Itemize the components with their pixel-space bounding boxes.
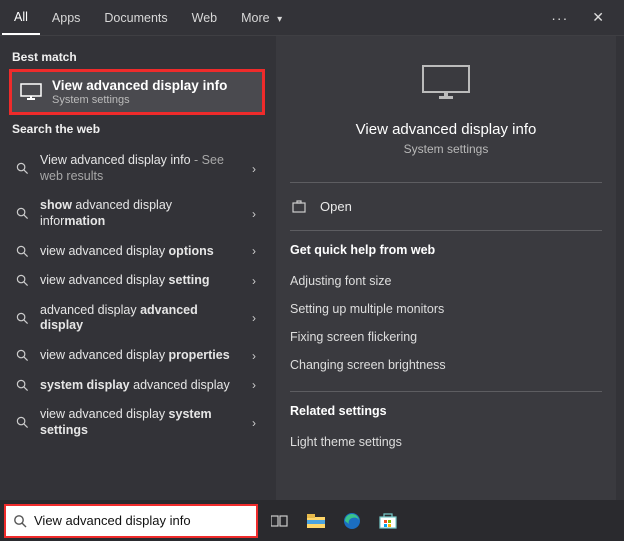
web-result-item[interactable]: show advanced display information › (8, 191, 266, 236)
related-settings-item[interactable]: Light theme settings (290, 428, 602, 456)
web-result-text: advanced display advanced display (40, 303, 236, 334)
store-icon[interactable] (376, 509, 400, 533)
quick-help-item[interactable]: Setting up multiple monitors (290, 295, 602, 323)
quick-help-item[interactable]: Adjusting font size (290, 267, 602, 295)
search-icon (14, 207, 30, 220)
related-settings-list: Light theme settings (290, 428, 602, 456)
quick-help-label: Get quick help from web (290, 243, 602, 257)
monitor-icon (20, 83, 42, 101)
web-result-item[interactable]: view advanced display system settings › (8, 400, 266, 445)
windows-search-panel: All Apps Documents Web More ▾ ··· ✕ Best… (0, 0, 624, 500)
search-icon (14, 274, 30, 287)
chevron-right-icon[interactable]: › (246, 244, 262, 258)
web-result-item[interactable]: View advanced display info - See web res… (8, 146, 266, 191)
separator (290, 182, 602, 183)
separator (290, 230, 602, 231)
search-icon (14, 349, 30, 362)
tab-documents[interactable]: Documents (92, 1, 179, 34)
best-match-title: View advanced display info (52, 78, 227, 93)
web-result-text: show advanced display information (40, 198, 236, 229)
search-icon (6, 514, 34, 528)
web-result-text: view advanced display setting (40, 273, 236, 289)
search-icon (14, 245, 30, 258)
search-header: All Apps Documents Web More ▾ ··· ✕ (0, 0, 624, 36)
web-result-text: view advanced display system settings (40, 407, 236, 438)
header-actions: ··· ✕ (551, 3, 616, 32)
open-label: Open (320, 199, 352, 214)
web-result-item[interactable]: system display advanced display › (8, 371, 266, 401)
search-icon (14, 379, 30, 392)
task-view-icon[interactable] (268, 509, 292, 533)
preview-title: View advanced display info (290, 121, 602, 138)
separator (290, 391, 602, 392)
filter-tabs: All Apps Documents Web More ▾ (2, 0, 551, 35)
web-result-item[interactable]: view advanced display setting › (8, 266, 266, 296)
open-icon (290, 200, 308, 214)
chevron-right-icon[interactable]: › (246, 349, 262, 363)
more-options-icon[interactable]: ··· (551, 10, 568, 26)
preview-column: View advanced display info System settin… (270, 36, 624, 500)
preview-hero: View advanced display info System settin… (290, 46, 602, 170)
web-result-item[interactable]: view advanced display properties › (8, 341, 266, 371)
tab-all[interactable]: All (2, 0, 40, 35)
quick-help-item[interactable]: Fixing screen flickering (290, 323, 602, 351)
web-result-item[interactable]: advanced display advanced display › (8, 296, 266, 341)
best-match-text: View advanced display info System settin… (52, 78, 227, 106)
quick-help-list: Adjusting font size Setting up multiple … (290, 267, 602, 379)
best-match-subtitle: System settings (52, 94, 227, 106)
related-settings-label: Related settings (290, 404, 602, 418)
best-match-item[interactable]: View advanced display info System settin… (10, 70, 264, 114)
web-result-text: view advanced display properties (40, 348, 236, 364)
web-result-text: system display advanced display (40, 378, 236, 394)
chevron-right-icon[interactable]: › (246, 162, 262, 176)
best-match-label: Best match (8, 42, 266, 70)
preview-subtitle: System settings (290, 142, 602, 156)
web-result-text: View advanced display info - See web res… (40, 153, 236, 184)
chevron-right-icon[interactable]: › (246, 416, 262, 430)
taskbar-search[interactable] (6, 506, 256, 536)
tab-apps[interactable]: Apps (40, 1, 93, 34)
tab-more[interactable]: More ▾ (229, 1, 294, 34)
close-icon[interactable]: ✕ (586, 3, 610, 32)
search-input[interactable] (34, 506, 256, 536)
edge-icon[interactable] (340, 509, 364, 533)
preview-panel: View advanced display info System settin… (276, 36, 616, 500)
search-icon (14, 416, 30, 429)
web-results-list: View advanced display info - See web res… (8, 146, 266, 446)
search-icon (14, 312, 30, 325)
search-body: Best match View advanced display info Sy… (0, 36, 624, 500)
chevron-down-icon: ▾ (277, 14, 282, 25)
monitor-icon (421, 64, 471, 109)
file-explorer-icon[interactable] (304, 509, 328, 533)
quick-help-item[interactable]: Changing screen brightness (290, 351, 602, 379)
taskbar-pinned-apps (268, 509, 400, 533)
results-column: Best match View advanced display info Sy… (0, 36, 270, 500)
taskbar (0, 500, 624, 541)
search-web-label: Search the web (8, 114, 266, 142)
chevron-right-icon[interactable]: › (246, 274, 262, 288)
search-icon (14, 162, 30, 175)
chevron-right-icon[interactable]: › (246, 207, 262, 221)
tab-web[interactable]: Web (180, 1, 229, 34)
web-result-item[interactable]: view advanced display options › (8, 237, 266, 267)
open-action[interactable]: Open (290, 195, 602, 218)
web-result-text: view advanced display options (40, 244, 236, 260)
chevron-right-icon[interactable]: › (246, 311, 262, 325)
tab-more-label: More (241, 11, 269, 25)
chevron-right-icon[interactable]: › (246, 378, 262, 392)
